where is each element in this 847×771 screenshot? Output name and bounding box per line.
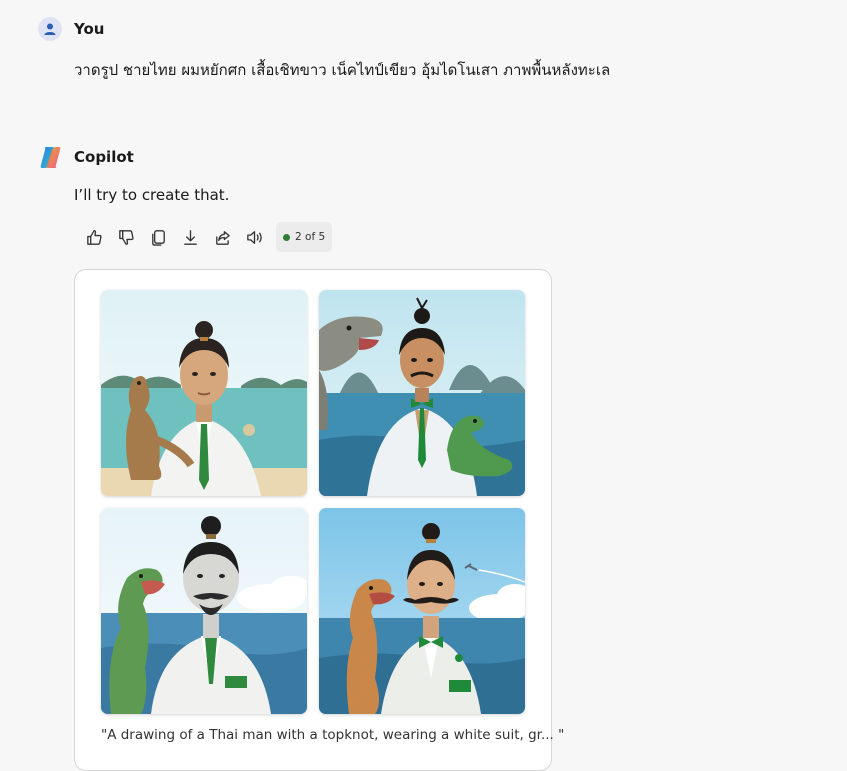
download-button[interactable] (174, 222, 206, 252)
download-icon (183, 229, 197, 245)
thumbs-up-icon (86, 229, 102, 245)
generated-image-2[interactable] (319, 290, 525, 496)
read-aloud-button[interactable] (238, 222, 270, 252)
share-button[interactable] (206, 222, 238, 252)
read-aloud-icon (246, 230, 262, 244)
user-sender-name: You (74, 20, 105, 38)
generated-image-1[interactable] (101, 290, 307, 496)
user-avatar (38, 17, 62, 41)
thumbs-up-button[interactable] (78, 222, 110, 252)
copy-icon (151, 229, 165, 246)
copy-button[interactable] (142, 222, 174, 252)
status-dot (283, 233, 290, 241)
thumbs-down-button[interactable] (110, 222, 142, 252)
assistant-sender-name: Copilot (74, 148, 134, 166)
image-caption: "A drawing of a Thai man with a topknot,… (101, 727, 565, 743)
response-counter-badge: 2 of 5 (276, 222, 333, 252)
copilot-logo-icon (40, 147, 61, 168)
share-icon (215, 230, 230, 245)
response-counter-text: 2 of 5 (295, 231, 326, 243)
generated-image-3[interactable] (101, 508, 307, 714)
generated-image-4[interactable] (319, 508, 525, 714)
message-actions: 2 of 5 (78, 222, 333, 252)
user-message-text: วาดรูป ชายไทย ผมหยักศก เสื้อเชิทขาว เน็ค… (74, 61, 611, 79)
assistant-message-text: I’ll try to create that. (74, 186, 230, 204)
thumbs-down-icon (118, 229, 134, 245)
person-icon (44, 23, 56, 35)
